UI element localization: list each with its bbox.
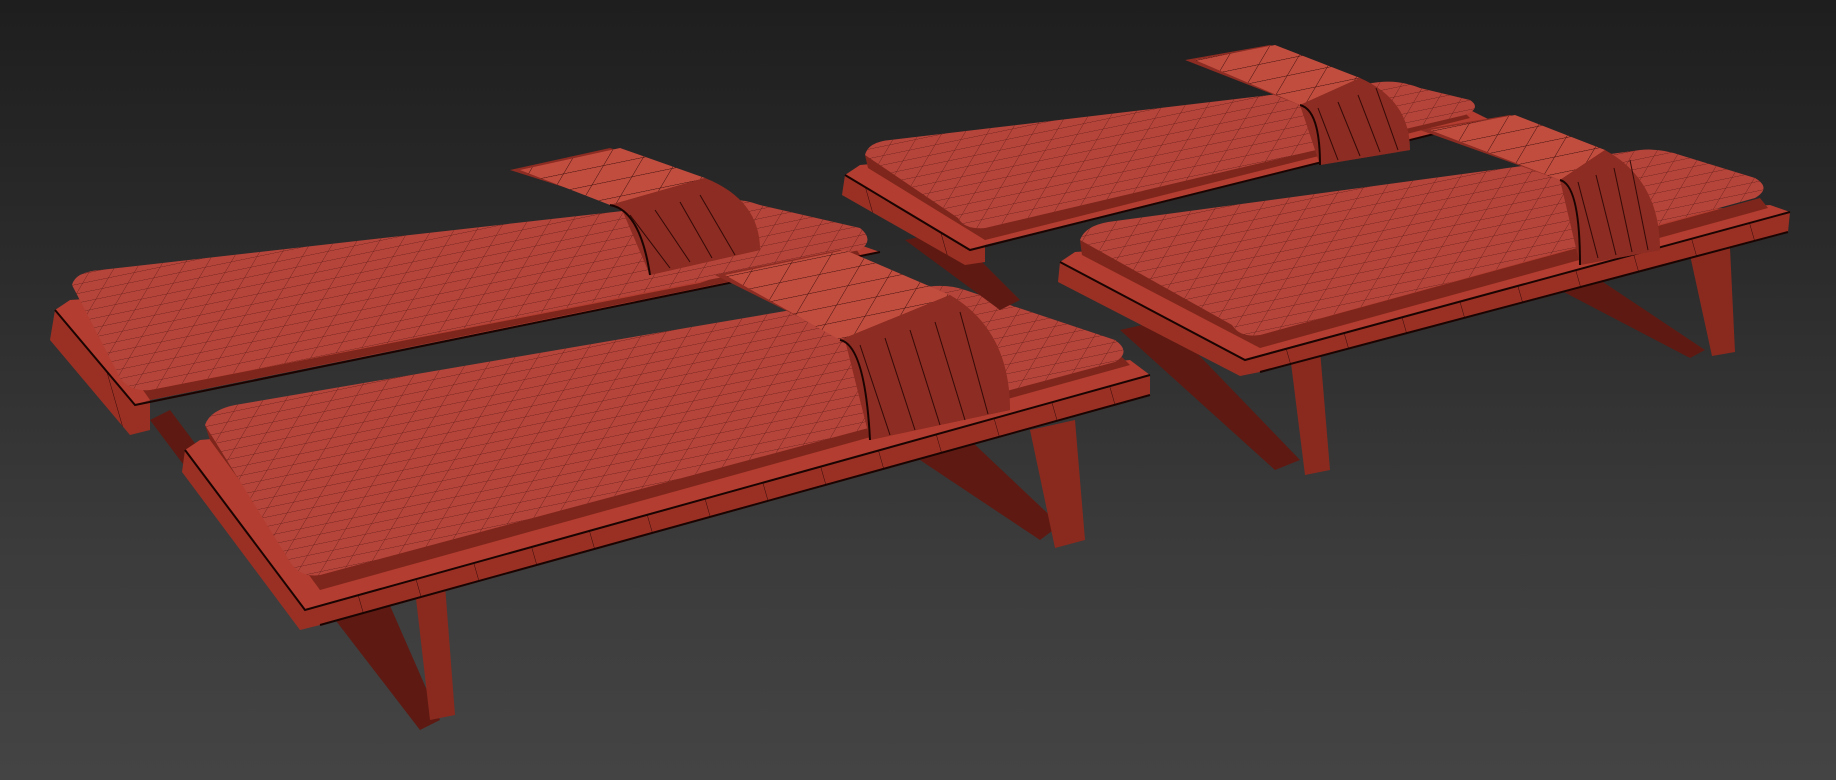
viewport-scene [50,45,1791,730]
